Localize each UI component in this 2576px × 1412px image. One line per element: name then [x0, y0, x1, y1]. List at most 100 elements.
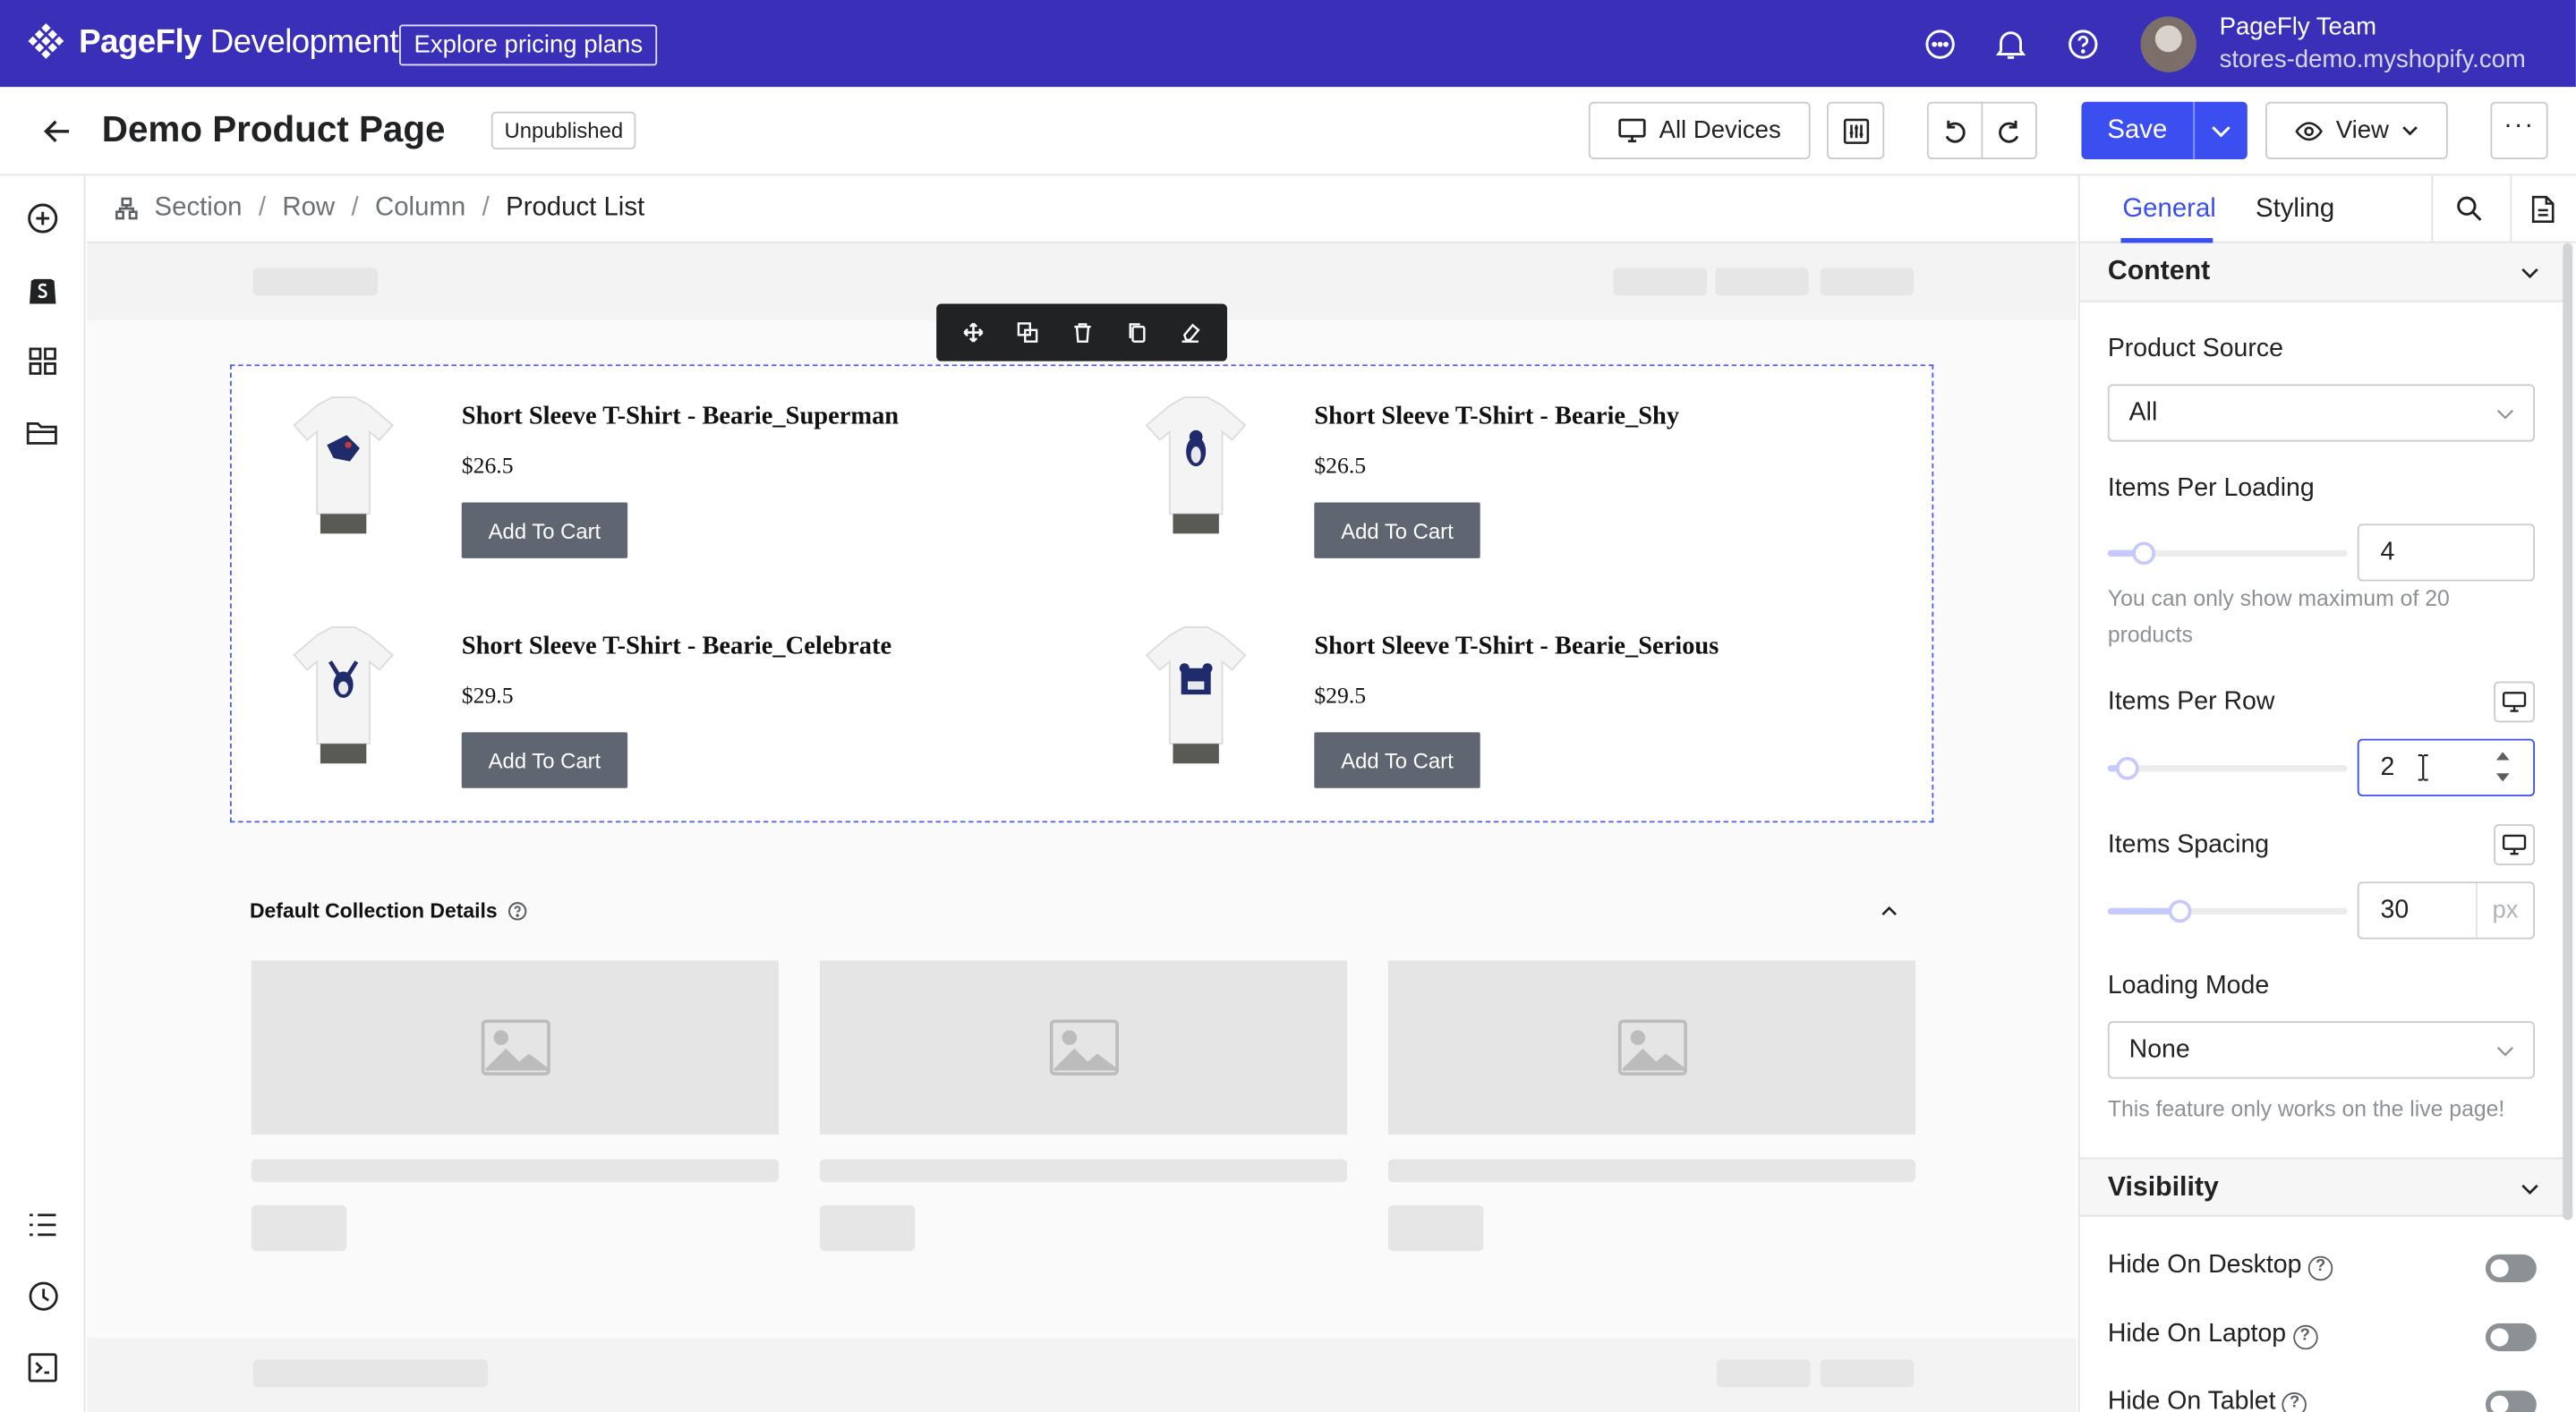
- chevron-down-icon: [2521, 268, 2538, 279]
- search-icon[interactable]: [2456, 195, 2482, 230]
- view-button[interactable]: View: [2265, 101, 2448, 159]
- breadcrumb-column[interactable]: Column: [375, 194, 465, 224]
- items-spacing-value: 30: [2380, 896, 2410, 925]
- loading-mode-label: Loading Mode: [2107, 972, 2270, 1000]
- product-item[interactable]: Short Sleeve T-Shirt - Bearie_Superman $…: [232, 366, 1053, 558]
- help-circle-icon[interactable]: [508, 901, 527, 921]
- user-avatar[interactable]: [2140, 16, 2196, 72]
- chat-icon[interactable]: [1922, 26, 1958, 62]
- app-logo[interactable]: PageFly Development: [26, 23, 398, 63]
- more-dots-icon: ···: [2503, 110, 2535, 140]
- bell-icon[interactable]: [1992, 26, 2028, 62]
- items-spacing-slider[interactable]: [2107, 899, 2348, 923]
- help-circle-icon[interactable]: ?: [2282, 1391, 2307, 1412]
- skeleton-block: [1716, 1359, 1811, 1388]
- tab-general[interactable]: General: [2122, 195, 2215, 225]
- items-per-row-input[interactable]: 2: [2357, 738, 2536, 796]
- product-list-element[interactable]: Short Sleeve T-Shirt - Bearie_Superman $…: [229, 364, 1934, 823]
- skeleton-block: [819, 1204, 916, 1252]
- add-to-cart-button[interactable]: Add To Cart: [1314, 732, 1480, 788]
- text-cursor-icon: [2418, 753, 2428, 781]
- tab-styling[interactable]: Styling: [2256, 195, 2334, 225]
- chevron-up-icon[interactable]: [1878, 900, 1901, 923]
- skeleton-block: [1715, 268, 1809, 296]
- chevron-down-icon: [2521, 1184, 2538, 1195]
- product-title[interactable]: Short Sleeve T-Shirt - Bearie_Serious: [1314, 632, 1719, 661]
- product-source-value: All: [2128, 398, 2158, 428]
- more-options-button[interactable]: ···: [2490, 101, 2548, 159]
- editor-canvas[interactable]: Short Sleeve T-Shirt - Bearie_Superman $…: [87, 242, 2077, 1412]
- grid-icon[interactable]: [25, 343, 61, 379]
- user-name[interactable]: PageFly Team: [2220, 13, 2376, 41]
- help-circle-icon[interactable]: ?: [2307, 1255, 2333, 1281]
- panel-scrollbar[interactable]: [2563, 242, 2573, 1221]
- product-item[interactable]: Short Sleeve T-Shirt - Bearie_Celebrate …: [232, 596, 1053, 788]
- skeleton-block: [252, 268, 379, 296]
- product-title[interactable]: Short Sleeve T-Shirt - Bearie_Celebrate: [462, 632, 891, 661]
- add-to-cart-button[interactable]: Add To Cart: [461, 502, 628, 558]
- device-toggle-button[interactable]: [2494, 824, 2536, 865]
- items-per-loading-input[interactable]: 4: [2357, 523, 2536, 582]
- device-toggle-button[interactable]: [2494, 681, 2536, 723]
- slider-thumb[interactable]: [2132, 541, 2156, 566]
- content-heading: Content: [2107, 256, 2211, 286]
- content-section-header[interactable]: Content: [2079, 242, 2565, 302]
- breadcrumb-section[interactable]: Section: [155, 194, 243, 224]
- slider-thumb[interactable]: [2115, 756, 2139, 780]
- product-title[interactable]: Short Sleeve T-Shirt - Bearie_Shy: [1314, 403, 1679, 432]
- loading-mode-value: None: [2128, 1035, 2190, 1065]
- items-per-row-slider[interactable]: [2107, 756, 2348, 780]
- settings-sliders-button[interactable]: [1826, 101, 1885, 159]
- move-icon[interactable]: [960, 319, 986, 345]
- history-clock-icon[interactable]: [25, 1278, 61, 1314]
- trash-icon[interactable]: [1069, 319, 1095, 345]
- redo-button[interactable]: [1981, 101, 2037, 159]
- breadcrumb-row[interactable]: Row: [282, 194, 335, 224]
- all-devices-label: All Devices: [1659, 116, 1781, 145]
- folder-icon[interactable]: [25, 415, 61, 451]
- help-circle-icon[interactable]: ?: [2292, 1324, 2317, 1350]
- items-spacing-input[interactable]: 30 px: [2357, 881, 2536, 940]
- copy-icon[interactable]: [1122, 319, 1148, 345]
- stepper-arrows-icon[interactable]: [2495, 749, 2511, 804]
- undo-button[interactable]: [1926, 101, 1983, 159]
- skeleton-block: [1387, 1159, 1916, 1183]
- all-devices-button[interactable]: All Devices: [1588, 101, 1811, 159]
- help-icon[interactable]: [2065, 26, 2101, 62]
- shopify-bag-icon[interactable]: [25, 271, 61, 307]
- duplicate-icon[interactable]: [1014, 319, 1040, 345]
- product-source-select[interactable]: All: [2107, 384, 2536, 442]
- slider-thumb[interactable]: [2168, 899, 2192, 923]
- items-per-loading-slider[interactable]: [2107, 541, 2348, 566]
- back-arrow-icon[interactable]: [39, 114, 75, 149]
- add-element-icon[interactable]: [25, 200, 61, 236]
- visibility-section-header[interactable]: Visibility: [2079, 1157, 2565, 1217]
- hide-laptop-toggle[interactable]: [2485, 1323, 2537, 1352]
- product-item[interactable]: Short Sleeve T-Shirt - Bearie_Shy $26.5 …: [1084, 366, 1906, 558]
- editor-header: Demo Product Page Unpublished All Device…: [0, 87, 2576, 176]
- list-outline-icon[interactable]: [25, 1207, 61, 1243]
- status-badge: Unpublished: [490, 111, 636, 149]
- hide-desktop-toggle[interactable]: [2485, 1254, 2537, 1283]
- save-label[interactable]: Save: [2081, 102, 2193, 159]
- product-title[interactable]: Short Sleeve T-Shirt - Bearie_Superman: [462, 403, 899, 432]
- unit-label[interactable]: px: [2475, 883, 2533, 938]
- page-title: Demo Product Page: [101, 108, 446, 149]
- product-price: $26.5: [1314, 455, 1367, 480]
- image-placeholder-icon: [1616, 1019, 1687, 1076]
- collection-heading[interactable]: Default Collection Details: [250, 900, 527, 923]
- code-terminal-icon[interactable]: [25, 1349, 61, 1385]
- add-to-cart-button[interactable]: Add To Cart: [461, 732, 628, 788]
- hide-tablet-toggle[interactable]: [2485, 1391, 2537, 1412]
- eraser-icon[interactable]: [1177, 319, 1203, 345]
- save-options-button[interactable]: [2193, 101, 2248, 159]
- save-button[interactable]: Save: [2081, 101, 2248, 159]
- add-to-cart-button[interactable]: Add To Cart: [1314, 502, 1480, 558]
- user-store[interactable]: stores-demo.myshopify.com: [2220, 46, 2526, 73]
- skeleton-block: [251, 1204, 347, 1252]
- document-icon[interactable]: [2531, 195, 2555, 231]
- explore-pricing-button[interactable]: Explore pricing plans: [399, 24, 658, 66]
- product-item[interactable]: Short Sleeve T-Shirt - Bearie_Serious $2…: [1084, 596, 1906, 788]
- breadcrumb-separator: /: [258, 193, 267, 222]
- loading-mode-select[interactable]: None: [2107, 1021, 2536, 1079]
